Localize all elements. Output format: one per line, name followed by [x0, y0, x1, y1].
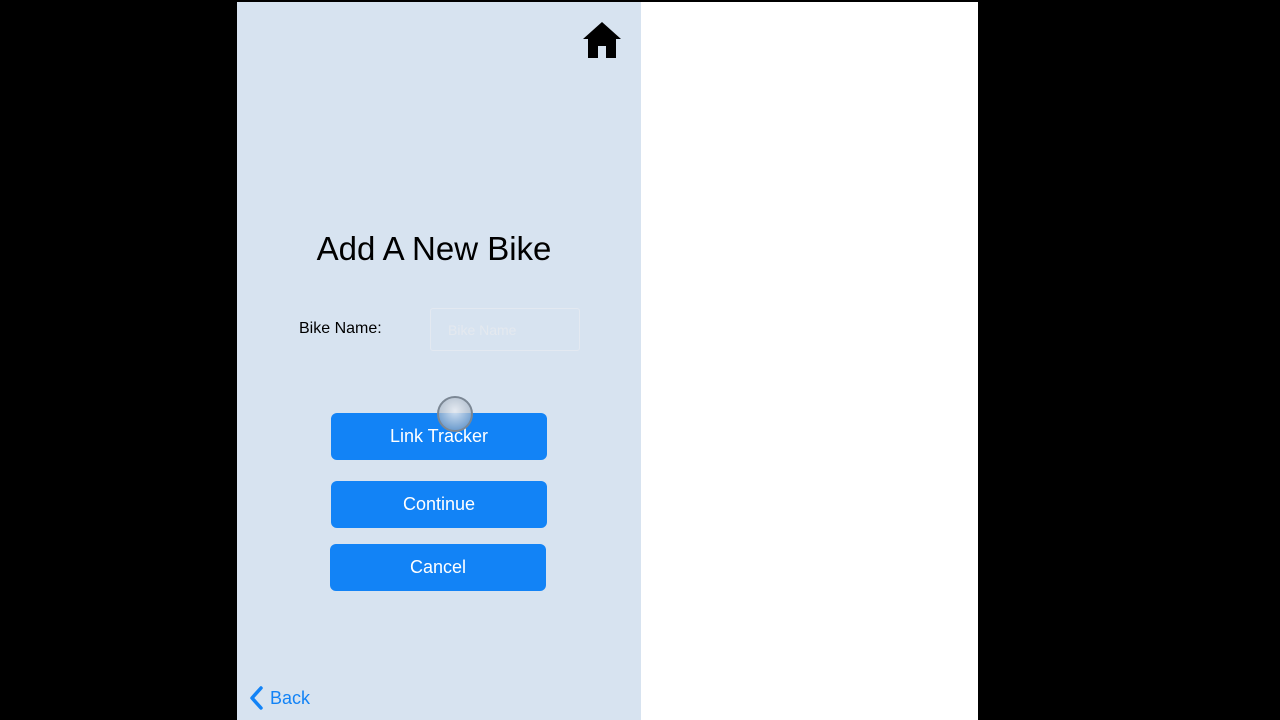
- blank-panel: [641, 2, 978, 720]
- bike-name-input[interactable]: [430, 308, 580, 351]
- back-link[interactable]: Back: [248, 685, 310, 711]
- cancel-button[interactable]: Cancel: [330, 544, 546, 591]
- back-label: Back: [270, 687, 311, 708]
- bike-name-label: Bike Name:: [299, 320, 382, 337]
- link-tracker-button[interactable]: Link Tracker: [331, 413, 547, 460]
- add-bike-panel: Add A New Bike Bike Name: Link Tracker C…: [237, 2, 641, 720]
- page-title: Add A New Bike: [316, 230, 552, 267]
- continue-button[interactable]: Continue: [331, 481, 547, 528]
- chevron-left-icon: [250, 686, 263, 710]
- screen-stage: Add A New Bike Bike Name: Link Tracker C…: [0, 0, 1280, 720]
- home-icon[interactable]: [582, 20, 622, 60]
